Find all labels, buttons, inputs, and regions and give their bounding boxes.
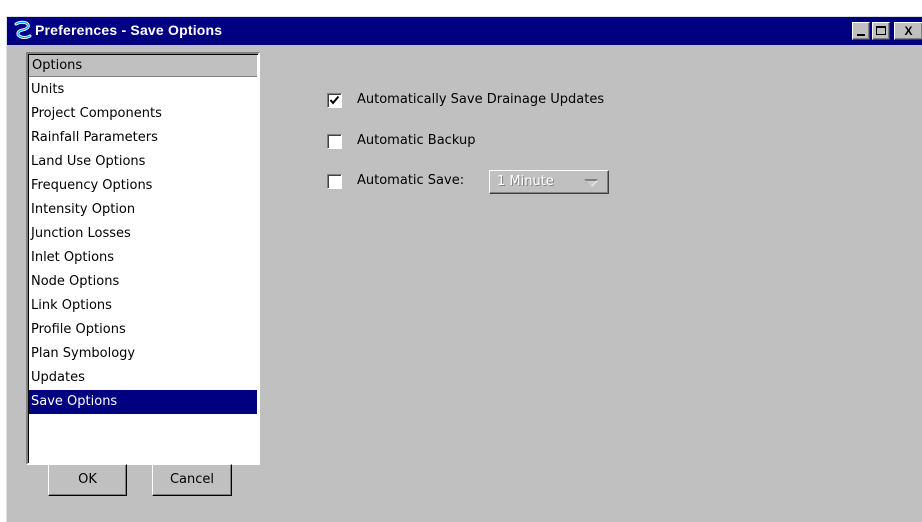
list-item-rainfall-parameters[interactable]: Rainfall Parameters [29,126,257,150]
auto-save-interval-dropdown[interactable]: 1 Minute [489,170,609,194]
list-item-node-options[interactable]: Node Options [29,270,257,294]
list-item-junction-losses[interactable]: Junction Losses [29,222,257,246]
checkmark-icon [329,95,340,105]
dropdown-arrow-icon [584,179,598,187]
list-item-units[interactable]: Units [29,78,257,102]
minimize-button[interactable] [852,22,870,40]
list-item-updates[interactable]: Updates [29,366,257,390]
window-title: Preferences - Save Options [35,22,223,38]
list-item-save-options[interactable]: Save Options [29,390,257,414]
list-item-inlet-options[interactable]: Inlet Options [29,246,257,270]
close-icon: X [904,24,913,38]
list-item-plan-symbology[interactable]: Plan Symbology [29,342,257,366]
list-item-land-use-options[interactable]: Land Use Options [29,150,257,174]
maximize-icon [876,26,886,35]
list-item-profile-options[interactable]: Profile Options [29,318,257,342]
auto-backup-checkbox[interactable] [327,134,342,149]
auto-backup-label: Automatic Backup [357,133,476,148]
app-logo-icon [14,20,32,39]
options-list-header: Options [29,55,257,77]
close-button[interactable]: X [894,22,922,40]
auto-save-label: Automatic Save: [357,173,465,188]
list-item-link-options[interactable]: Link Options [29,294,257,318]
list-item-project-components[interactable]: Project Components [29,102,257,126]
auto-save-drainage-label: Automatically Save Drainage Updates [357,92,605,107]
auto-save-interval-value: 1 Minute [497,174,554,189]
ok-button[interactable]: OK [48,464,127,496]
auto-save-drainage-checkbox[interactable] [327,93,342,108]
cancel-button[interactable]: Cancel [152,464,232,496]
list-item-intensity-option[interactable]: Intensity Option [29,198,257,222]
preferences-window: Preferences - Save Options X Options Uni… [6,16,922,522]
options-listbox[interactable]: Options Units Project Components Rainfal… [26,52,260,465]
auto-save-checkbox[interactable] [327,174,342,189]
list-item-frequency-options[interactable]: Frequency Options [29,174,257,198]
maximize-button[interactable] [872,22,890,40]
minimize-icon [857,34,865,36]
title-bar[interactable]: Preferences - Save Options X [7,17,922,45]
options-list-items: Units Project Components Rainfall Parame… [29,78,257,414]
